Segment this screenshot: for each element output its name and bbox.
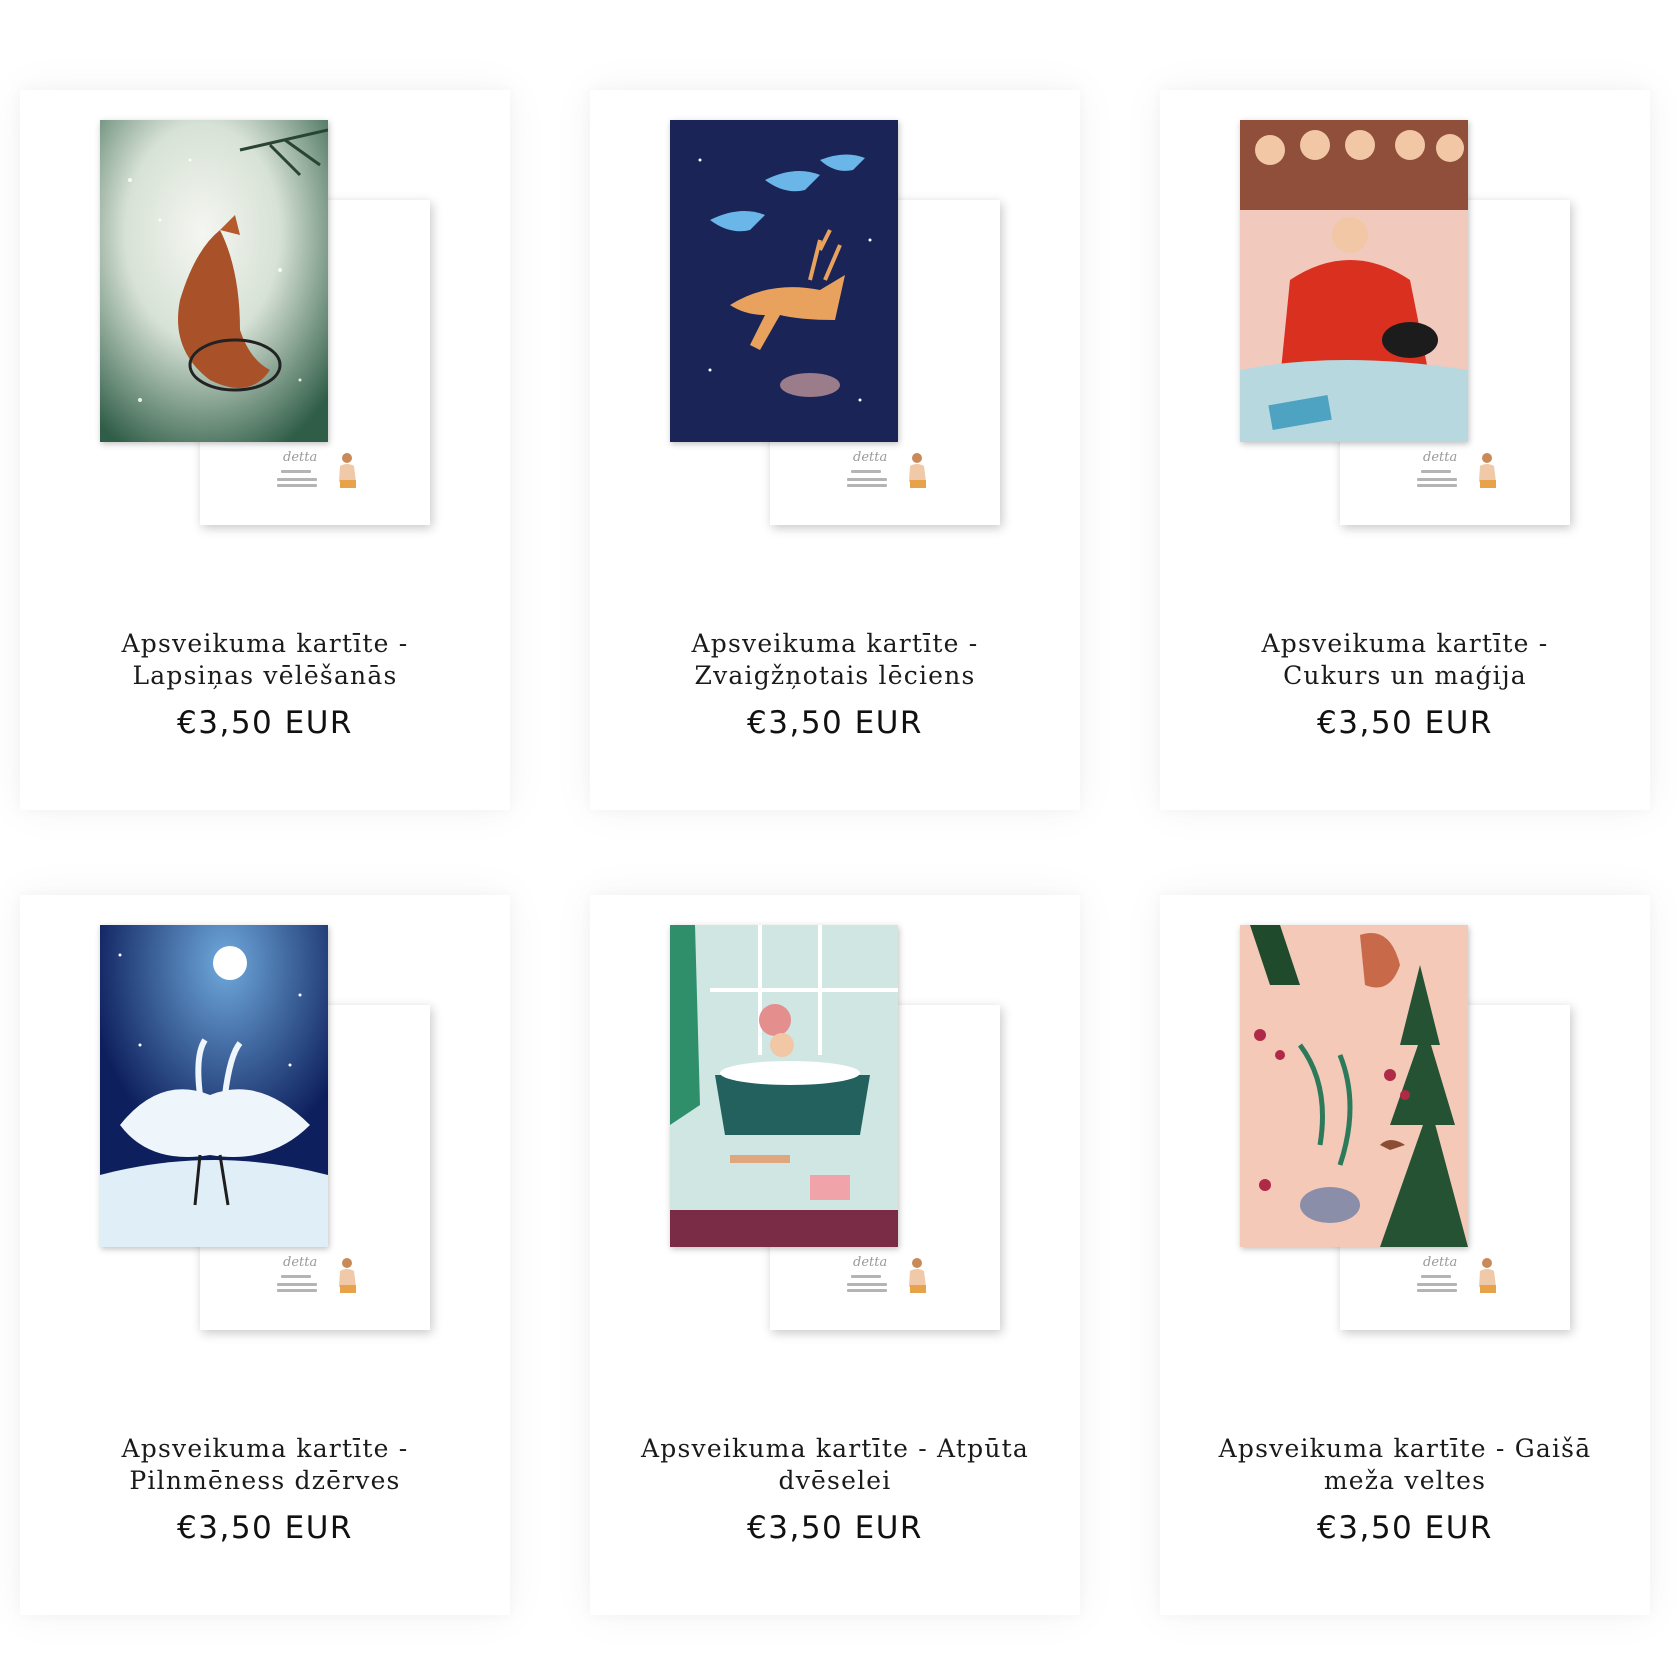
product-price: €3,50 EUR: [177, 705, 353, 741]
product-title[interactable]: Apsveikuma kartīte - Lapsiņas vēlēšanās: [70, 628, 460, 692]
product-image[interactable]: detta: [1160, 90, 1650, 610]
product-image[interactable]: detta: [590, 895, 1080, 1415]
product-card[interactable]: detta: [20, 90, 510, 810]
brand-logo: detta: [1415, 450, 1505, 502]
product-price: €3,50 EUR: [1317, 1510, 1493, 1546]
brand-logo: detta: [275, 1255, 365, 1307]
product-card[interactable]: detta Apsveikuma kartīte - Gaišā meža ve…: [1160, 895, 1650, 1615]
product-card[interactable]: detta Apsveikuma kartīte - Zvaigžņotais …: [590, 90, 1080, 810]
brand-logo: detta: [845, 1255, 935, 1307]
product-title[interactable]: Apsveikuma kartīte - Atpūta dvēselei: [640, 1433, 1030, 1497]
product-card[interactable]: detta Apsveikuma kartīte - Atpūta dvēsel…: [590, 895, 1080, 1615]
product-image[interactable]: detta: [20, 895, 510, 1415]
brand-logo: detta: [1415, 1255, 1505, 1307]
product-image[interactable]: detta: [20, 90, 510, 610]
card-front-illustration: [100, 120, 328, 442]
product-title[interactable]: Apsveikuma kartīte - Zvaigžņotais lēcien…: [640, 628, 1030, 692]
card-front-illustration: [100, 925, 328, 1247]
product-card[interactable]: detta: [20, 895, 510, 1615]
product-title[interactable]: Apsveikuma kartīte - Pilnmēness dzērves: [70, 1433, 460, 1497]
card-front-illustration: [670, 925, 898, 1247]
product-price: €3,50 EUR: [747, 705, 923, 741]
product-title[interactable]: Apsveikuma kartīte - Cukurs un maģija: [1210, 628, 1600, 692]
card-front-illustration: [1240, 925, 1468, 1247]
product-price: €3,50 EUR: [177, 1510, 353, 1546]
product-image[interactable]: detta: [590, 90, 1080, 610]
product-card[interactable]: detta Apsveikuma kartīte - Cukurs un maģ…: [1160, 90, 1650, 810]
card-front-illustration: [1240, 120, 1468, 442]
brand-logo: detta: [845, 450, 935, 502]
card-front-illustration: [670, 120, 898, 442]
product-image[interactable]: detta: [1160, 895, 1650, 1415]
product-price: €3,50 EUR: [1317, 705, 1493, 741]
brand-logo: detta: [275, 450, 365, 502]
product-title[interactable]: Apsveikuma kartīte - Gaišā meža veltes: [1210, 1433, 1600, 1497]
product-price: €3,50 EUR: [747, 1510, 923, 1546]
